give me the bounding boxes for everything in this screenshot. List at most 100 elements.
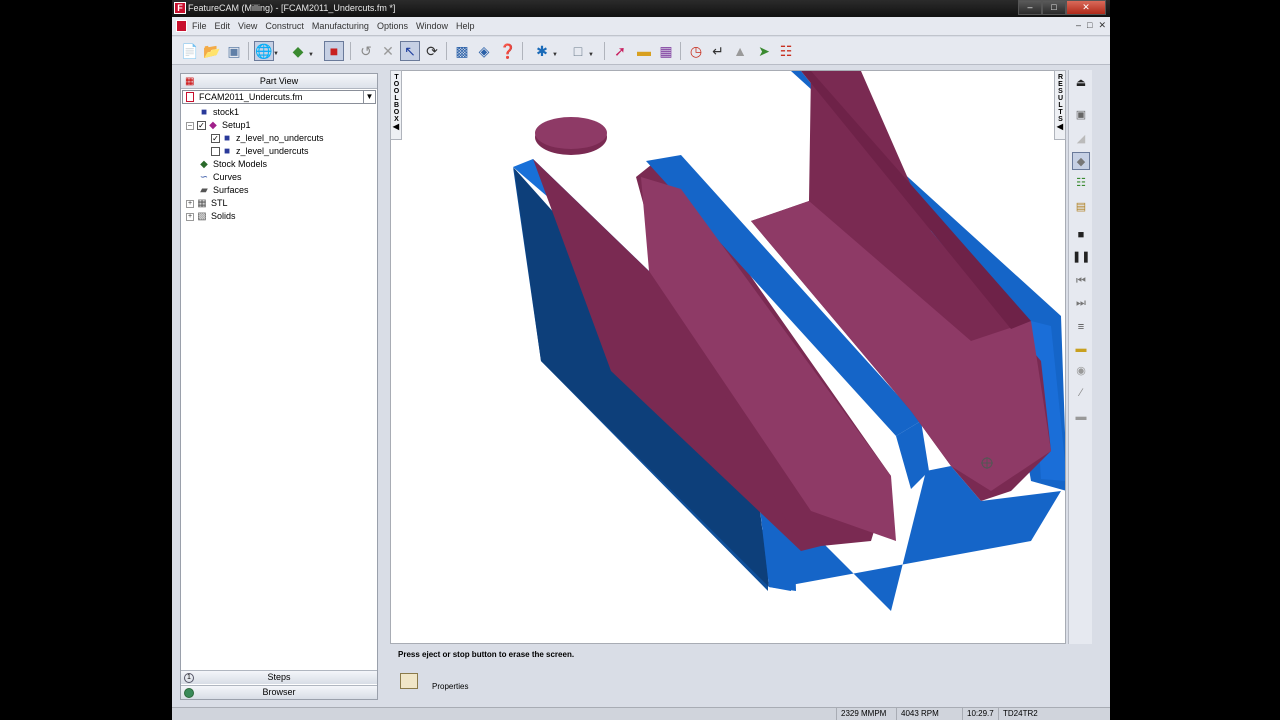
center-view-icon[interactable]: ▣ [1072,106,1090,124]
undo-icon[interactable]: ↺ [356,41,376,61]
tree-item-stl[interactable]: + ▦ STL [186,197,228,210]
wireframe-view-icon[interactable]: 🌐 ▼ [254,41,279,61]
curve-icon[interactable]: ➚ [610,41,630,61]
delete-icon[interactable]: ✕ [378,41,398,61]
toolpath-sim-icon[interactable]: ☷ [1072,174,1090,192]
menu-construct[interactable]: Construct [265,21,304,31]
menu-file[interactable]: File [192,21,207,31]
window-title: FeatureCAM (Milling) - [FCAM2011_Undercu… [188,3,396,13]
results-tab[interactable]: RESULTS ◀ [1054,70,1066,140]
tree-item-solids[interactable]: + ▧ Solids [186,210,236,223]
stock-cube-icon: ■ [200,106,208,118]
doc-restore-button[interactable]: □ [1087,20,1092,31]
tree-item-z-level-no-undercuts[interactable]: ✓ ■ z_level_no_undercuts [211,132,324,145]
simulate-icon[interactable]: ↵ [708,41,728,61]
message-area: Press eject or stop button to erase the … [390,645,1108,705]
expand-icon[interactable]: + [186,212,194,221]
menu-window[interactable]: Window [416,21,448,31]
step-forward-icon[interactable]: ⏭ [1072,294,1090,312]
menu-bar: File Edit View Construct Manufacturing O… [172,17,1110,36]
menu-help[interactable]: Help [456,21,475,31]
help-icon[interactable]: ❓ [498,41,518,61]
rotate-icon[interactable]: ⟳ [422,41,442,61]
snap-icon[interactable]: ✱ ▼ [532,41,558,61]
menu-view[interactable]: View [238,21,257,31]
minimize-button[interactable]: – [1018,0,1042,15]
file-selector[interactable]: FCAM2011_Undercuts.fm ▼ [182,90,376,104]
machining-time: 10:29.7 [962,708,998,720]
menu-manufacturing[interactable]: Manufacturing [312,21,369,31]
surface-icon[interactable]: ▬ [634,41,654,61]
doc-minimize-button[interactable]: – [1076,20,1081,31]
eject-icon[interactable]: ⏏ [1072,74,1090,92]
shade-icon[interactable]: ◆ ▼ [288,41,314,61]
file-name: FCAM2011_Undercuts.fm [199,92,303,102]
chevron-down-icon[interactable]: ▼ [363,91,375,103]
collapse-icon[interactable]: – [186,121,194,130]
setup1-checkbox[interactable]: ✓ [197,121,206,130]
solid-icon[interactable]: ▦ [656,41,676,61]
view-disabled-icon[interactable]: ◢ [1072,130,1090,148]
tab-steps[interactable]: 1 Steps [181,670,377,684]
box-icon[interactable]: □ ▼ [568,41,594,61]
solid-icon: ▧ [197,210,207,222]
featurecam-window: F FeatureCAM (Milling) - [FCAM2011_Under… [172,0,1110,720]
feed-rate: 2329 MMPM [836,708,890,720]
open-folder-icon[interactable]: 📂 [202,41,222,61]
z-level-no-undercuts-checkbox[interactable]: ✓ [211,134,220,143]
measure-icon[interactable]: ◉ [1072,362,1090,380]
setup-icon: ◆ [209,119,217,131]
tree-item-surfaces[interactable]: ▰ Surfaces [199,184,248,197]
tree-item-z-level-undercuts[interactable]: ■ z_level_undercuts [211,145,309,158]
browser-icon [184,688,194,698]
main-toolbar: 📄 📂 ▣ 🌐 ▼ ◆ ▼ ■ ↺ ✕ ↖ ⟳ ▩ ◈ ❓ ✱ ▼ □ ▼ ➚ ▬ ▦ … [172,37,1110,65]
featurecam-app-icon[interactable]: F [174,2,186,14]
cutter-icon[interactable]: ▤ [1072,198,1090,216]
document-icon[interactable] [176,20,187,32]
save-icon[interactable]: ▣ [224,41,244,61]
tree-item-stock1[interactable]: ■ stock1 [199,106,239,119]
maximize-button[interactable]: □ [1042,0,1066,15]
toolbox-tab[interactable]: TOOLBOX ◀ [390,70,402,140]
title-bar: F FeatureCAM (Milling) - [FCAM2011_Under… [172,0,1110,17]
stop-icon[interactable]: ■ [1072,226,1090,244]
close-button[interactable]: ✕ [1066,0,1106,15]
3d-simulation-icon[interactable]: ◆ [1072,152,1090,170]
stock-icon[interactable]: ■ [324,41,344,61]
part-3d-model [513,71,1065,611]
slope-icon[interactable]: ∕ [1072,384,1090,402]
expand-icon[interactable]: + [186,199,194,208]
slider-icon[interactable]: ▬ [1072,408,1090,426]
doc-close-button[interactable]: ✕ [1098,20,1106,31]
z-level-undercuts-checkbox[interactable] [211,147,220,156]
status-bar: 2329 MMPM 4043 RPM 10:29.7 TD24TR2 [172,707,1110,720]
tree-item-curves[interactable]: ∽ Curves [199,171,242,184]
toolbox-arrow-icon[interactable]: ◀ [391,123,401,131]
wizard-icon[interactable]: ▩ [452,41,472,61]
eraser-icon[interactable]: ▬ [1072,340,1090,358]
tree-item-setup1[interactable]: – ✓ ◆ Setup1 [186,119,251,132]
curve-icon: ∽ [199,171,209,183]
menu-edit[interactable]: Edit [215,21,231,31]
select-arrow-icon[interactable]: ↖ [400,41,420,61]
part-view-icon: ▦ [185,76,195,87]
graphics-viewport[interactable] [390,70,1066,644]
properties-label[interactable]: Properties [432,682,468,691]
pause-icon[interactable]: ❚❚ [1072,248,1090,266]
menu-options[interactable]: Options [377,21,408,31]
eraser-icon[interactable]: ▲ [730,41,750,61]
results-arrow-icon[interactable]: ◀ [1055,123,1065,131]
part-view-panel: ▦ Part View FCAM2011_Undercuts.fm ▼ ■ st… [180,73,378,700]
nc-code-icon[interactable]: ☷ [776,41,796,61]
skip-back-icon[interactable]: ⏮ [1072,272,1090,290]
toolpath-icon[interactable]: ➤ [754,41,774,61]
stl-icon: ▦ [197,197,207,209]
speed-icon[interactable]: ≡ [1072,318,1090,336]
measure-icon[interactable]: ◷ [686,41,706,61]
tab-browser[interactable]: Browser [181,685,377,699]
steps-icon: 1 [184,673,194,683]
tree-item-stock-models[interactable]: ◆ Stock Models [199,158,267,171]
new-file-icon[interactable]: 📄 [180,41,200,61]
import-icon[interactable]: ◈ [474,41,494,61]
properties-icon[interactable] [400,673,418,689]
